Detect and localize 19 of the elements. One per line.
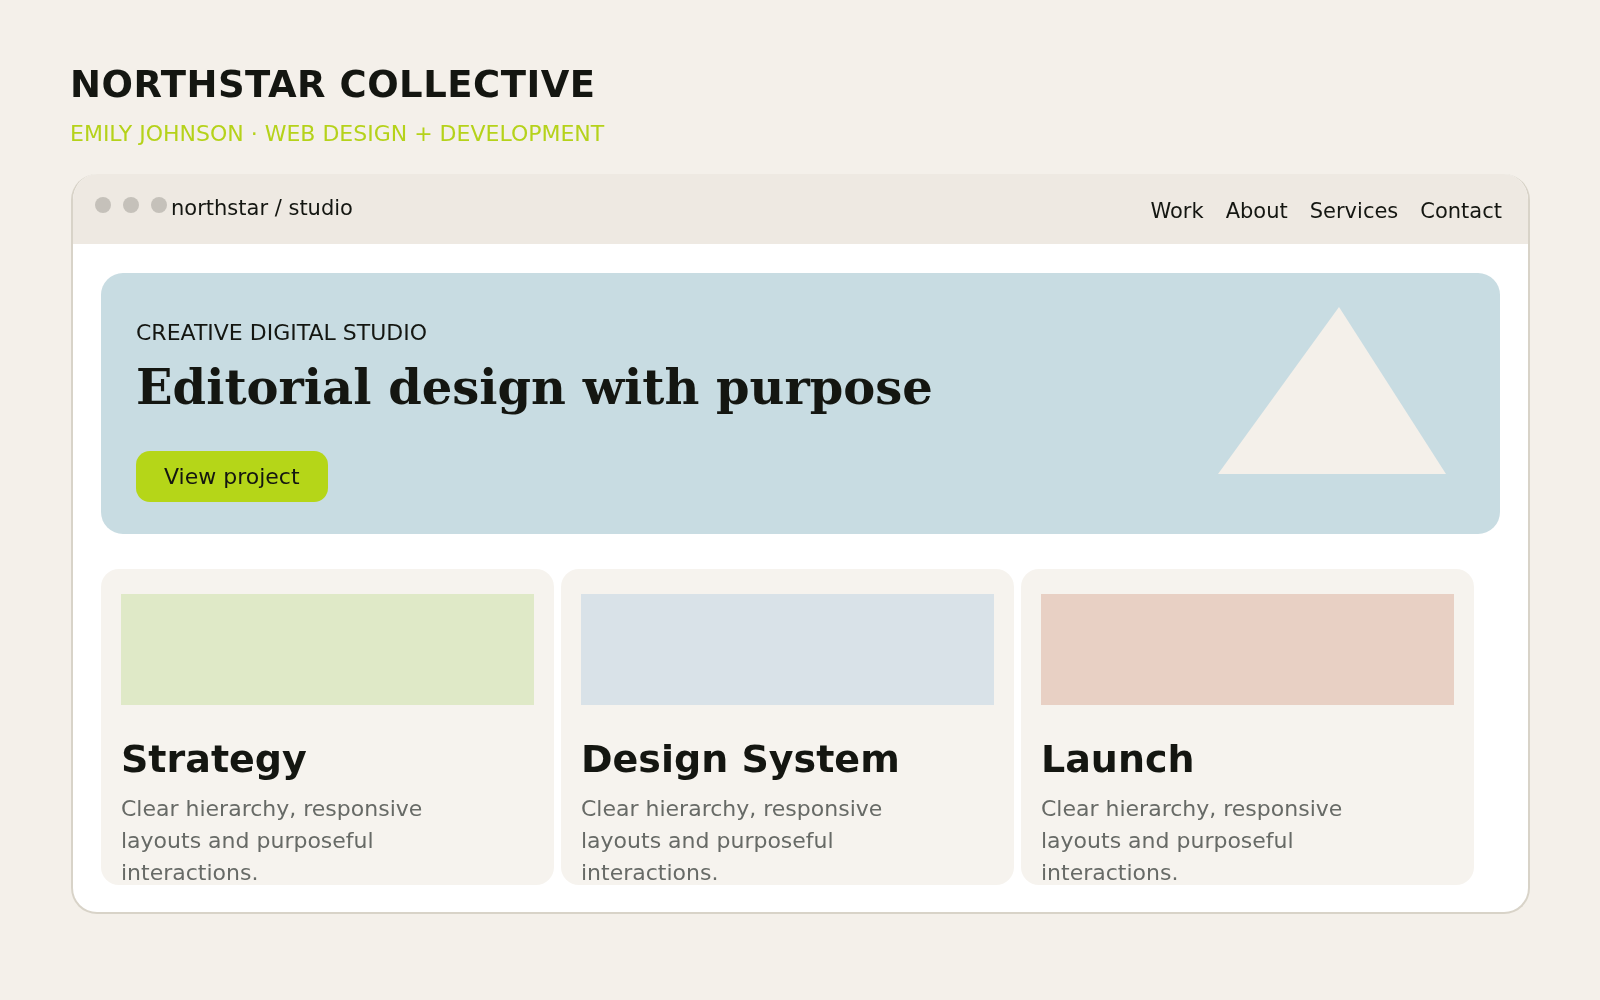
window-dot[interactable] <box>123 197 139 213</box>
card-description: Clear hierarchy, responsive layouts and purposeful interactions. <box>581 795 884 885</box>
nav-link[interactable]: Services <box>1309 199 1399 223</box>
card-title: Strategy <box>121 736 307 783</box>
nav-link[interactable]: Contact <box>1420 199 1502 223</box>
site-subtitle: EMILY JOHNSON · WEB DESIGN + DEVELOPMENT <box>70 120 605 148</box>
card-title: Design System <box>581 736 900 783</box>
window-dot[interactable] <box>151 197 167 213</box>
view-project-button[interactable]: View project <box>136 451 328 502</box>
window-dot[interactable] <box>95 197 111 213</box>
card-description: Clear hierarchy, responsive layouts and purposeful interactions. <box>1041 795 1344 885</box>
address-text: northstar / studio <box>171 196 353 220</box>
site-title: NORTHSTAR COLLECTIVE <box>70 62 596 108</box>
nav-link[interactable]: About <box>1225 199 1288 223</box>
card-title: Launch <box>1041 736 1195 783</box>
hero-title: Editorial design with purpose <box>136 359 933 415</box>
nav-link[interactable]: Work <box>1150 199 1204 223</box>
card-description: Clear hierarchy, responsive layouts and purposeful interactions. <box>121 795 424 885</box>
hero-eyebrow: CREATIVE DIGITAL STUDIO <box>136 319 427 347</box>
